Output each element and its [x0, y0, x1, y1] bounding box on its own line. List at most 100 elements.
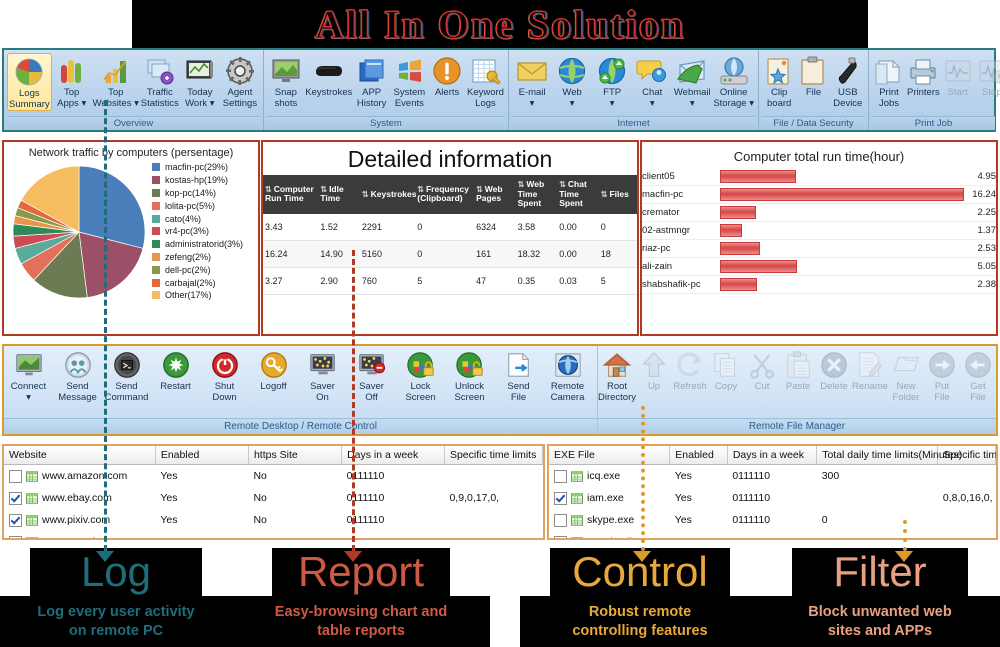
exe-cell: 0111110: [732, 492, 771, 504]
sort-icon[interactable]: ⇅: [601, 190, 608, 199]
ribbon-button-keystrokes[interactable]: Keystrokes: [305, 53, 353, 99]
ribbon-button-printers[interactable]: Printers: [906, 53, 941, 99]
table-row[interactable]: 3.27 2.90 760 5 47 0.35 0.03 5: [263, 267, 637, 295]
ribbon-button-system-events[interactable]: System Events: [391, 53, 429, 109]
detail-column-header[interactable]: ⇅ Idle Time: [318, 175, 360, 214]
delete-x-icon: [819, 350, 849, 380]
detail-column-header[interactable]: ⇅ Computer Run Time: [263, 175, 319, 214]
row-checkbox[interactable]: [9, 491, 22, 505]
detail-column-header[interactable]: ⇅ Web Time Spent: [515, 175, 558, 214]
control-button-send-message[interactable]: Send Message: [53, 350, 102, 418]
table-row[interactable]: skype.exe Yes 0111110 0: [549, 509, 996, 531]
row-checkbox[interactable]: [554, 535, 567, 538]
detail-column-header[interactable]: ⇅ Frequency (Clipboard): [415, 175, 475, 214]
ribbon-button-file[interactable]: File: [796, 53, 830, 99]
detail-column-header[interactable]: ⇅ Files: [598, 175, 637, 214]
control-group-title: Remote Desktop / Remote Control: [4, 418, 597, 434]
exe-column-header[interactable]: Days in a week: [727, 446, 818, 465]
detail-column-header[interactable]: ⇅ Web Pages: [474, 175, 516, 214]
ribbon-button-webmail-[interactable]: Webmail ▾: [672, 53, 712, 109]
sort-icon[interactable]: ⇅: [320, 185, 327, 194]
chat-bubble-icon: [636, 60, 667, 82]
table-row[interactable]: icq.exe Yes 0111110 300: [549, 465, 996, 488]
row-checkbox[interactable]: [554, 491, 567, 505]
control-button-remote-camera[interactable]: Remote Camera: [543, 350, 592, 418]
website-column-header[interactable]: Days in a week: [341, 446, 445, 465]
ribbon-button-keyword-logs[interactable]: Keyword Logs: [466, 53, 505, 109]
control-button-send-file[interactable]: Send File: [494, 350, 543, 418]
ribbon-button-usb-device[interactable]: USB Device: [831, 53, 865, 109]
globe-icon: [556, 55, 588, 87]
sort-icon[interactable]: ⇅: [559, 180, 566, 189]
legend-label: carbajal(2%): [165, 277, 216, 288]
ribbon-button-today-work[interactable]: Today Work ▾: [180, 53, 220, 109]
run-time-value: 2.53: [962, 239, 996, 258]
row-checkbox[interactable]: [9, 535, 22, 538]
ribbon-button-top-apps[interactable]: Top Apps ▾: [52, 53, 92, 109]
ribbon-button-ftp-[interactable]: FTP ▾: [592, 53, 632, 109]
table-row[interactable]: www.amazon.com Yes No 0111110: [4, 465, 543, 488]
row-checkbox[interactable]: [9, 469, 22, 483]
website-column-header[interactable]: Enabled: [155, 446, 249, 465]
sort-icon[interactable]: ⇅: [518, 180, 525, 189]
table-row[interactable]: 16.24 14.90 5160 0 161 18.32 0.00 18: [263, 240, 637, 268]
ribbon-button-snap-shots[interactable]: Snap shots: [267, 53, 305, 109]
control-button-shut-down[interactable]: Shut Down: [200, 350, 249, 418]
ribbon-button-print-jobs[interactable]: Print Jobs: [872, 53, 906, 109]
ribbon-button-traffic-statistics[interactable]: Traffic Statistics: [140, 53, 180, 109]
ribbon-button-chat-[interactable]: Chat ▾: [632, 53, 672, 109]
website-column-header[interactable]: Specific time limits: [444, 446, 543, 465]
row-checkbox[interactable]: [9, 513, 22, 527]
run-time-row: 02-astmngr 1.37: [642, 221, 996, 240]
row-name-cell: icq.exe: [554, 469, 665, 483]
website-column-header[interactable]: https Site: [248, 446, 343, 465]
control-button-restart[interactable]: Restart: [151, 350, 200, 418]
ribbon-button-e-mail-[interactable]: E-mail ▾: [512, 53, 552, 109]
table-row[interactable]: www.youtobe.com YesNo0111110: [4, 531, 543, 538]
ribbon-button-app-history[interactable]: APP History: [353, 53, 391, 109]
control-button-lock-screen[interactable]: Lock Screen: [396, 350, 445, 418]
ribbon-button-web-[interactable]: Web ▾: [552, 53, 592, 109]
table-row[interactable]: 3.43 1.52 2291 0 6324 3.58 0.00 0: [263, 213, 637, 241]
sort-icon[interactable]: ⇅: [362, 190, 369, 199]
ribbon-button-alerts[interactable]: Alerts: [428, 53, 466, 99]
ribbon-button-agent-settings[interactable]: Agent Settings: [220, 53, 260, 109]
control-button-saver-on[interactable]: Saver On: [298, 350, 347, 418]
table-row[interactable]: iam.exe Yes 0111110 0,8,0,16,0,: [549, 487, 996, 509]
ribbon-button-clip-board[interactable]: Clip board: [762, 53, 796, 109]
control-button-logoff[interactable]: Logoff: [249, 350, 298, 418]
online-storage-icon: [720, 57, 748, 85]
detail-cell: 47: [474, 267, 516, 295]
control-button-connect-[interactable]: Connect ▾: [4, 350, 53, 418]
table-row[interactable]: googletalk... Yes01111100: [549, 531, 996, 538]
saver-on-icon: [308, 350, 338, 380]
ribbon-button-logs-summary[interactable]: Logs Summary: [7, 53, 52, 111]
row-checkbox[interactable]: [554, 513, 567, 527]
traffic-windows-icon: [147, 59, 174, 85]
row-checkbox[interactable]: [554, 469, 567, 483]
control-button-unlock-screen[interactable]: Unlock Screen: [445, 350, 494, 418]
table-row[interactable]: www.ebay.com Yes No 0111110 0,9,0,17,0,: [4, 487, 543, 509]
table-row[interactable]: www.pixiv.com Yes No 0111110: [4, 509, 543, 531]
exe-column-header[interactable]: Specific time: [937, 446, 996, 465]
grid-table-icon: [571, 514, 583, 526]
control-button-root-directory[interactable]: Root Directory: [598, 350, 636, 418]
exe-cell: [938, 509, 996, 531]
sort-icon[interactable]: ⇅: [417, 185, 424, 194]
detail-column-header[interactable]: ⇅ Keystrokes: [359, 175, 416, 214]
exe-column-header[interactable]: Total daily time limits(Minutes): [816, 446, 962, 465]
ribbon-group-title: Overview: [7, 116, 260, 130]
run-time-bar-cell: [720, 275, 962, 294]
exe-column-header[interactable]: Enabled: [669, 446, 728, 465]
website-cell: Yes: [160, 514, 178, 526]
sort-icon[interactable]: ⇅: [476, 185, 483, 194]
feature-subtitle: Robust remote controlling features: [520, 596, 760, 647]
exe-column-header[interactable]: EXE File: [549, 446, 671, 465]
sort-icon[interactable]: ⇅: [265, 185, 272, 194]
detailed-information-panel: Detailed information ⇅ Computer Run Time ⇅…: [261, 140, 639, 336]
ribbon-button-online-storage[interactable]: Online Storage ▾: [712, 53, 755, 109]
website-column-header[interactable]: Website: [4, 446, 156, 465]
control-button-send-command[interactable]: Send Command: [102, 350, 151, 418]
detail-column-header[interactable]: ⇅ Chat Time Spent: [557, 175, 599, 214]
ribbon-button-top-websites[interactable]: Top Websites ▾: [92, 53, 140, 109]
